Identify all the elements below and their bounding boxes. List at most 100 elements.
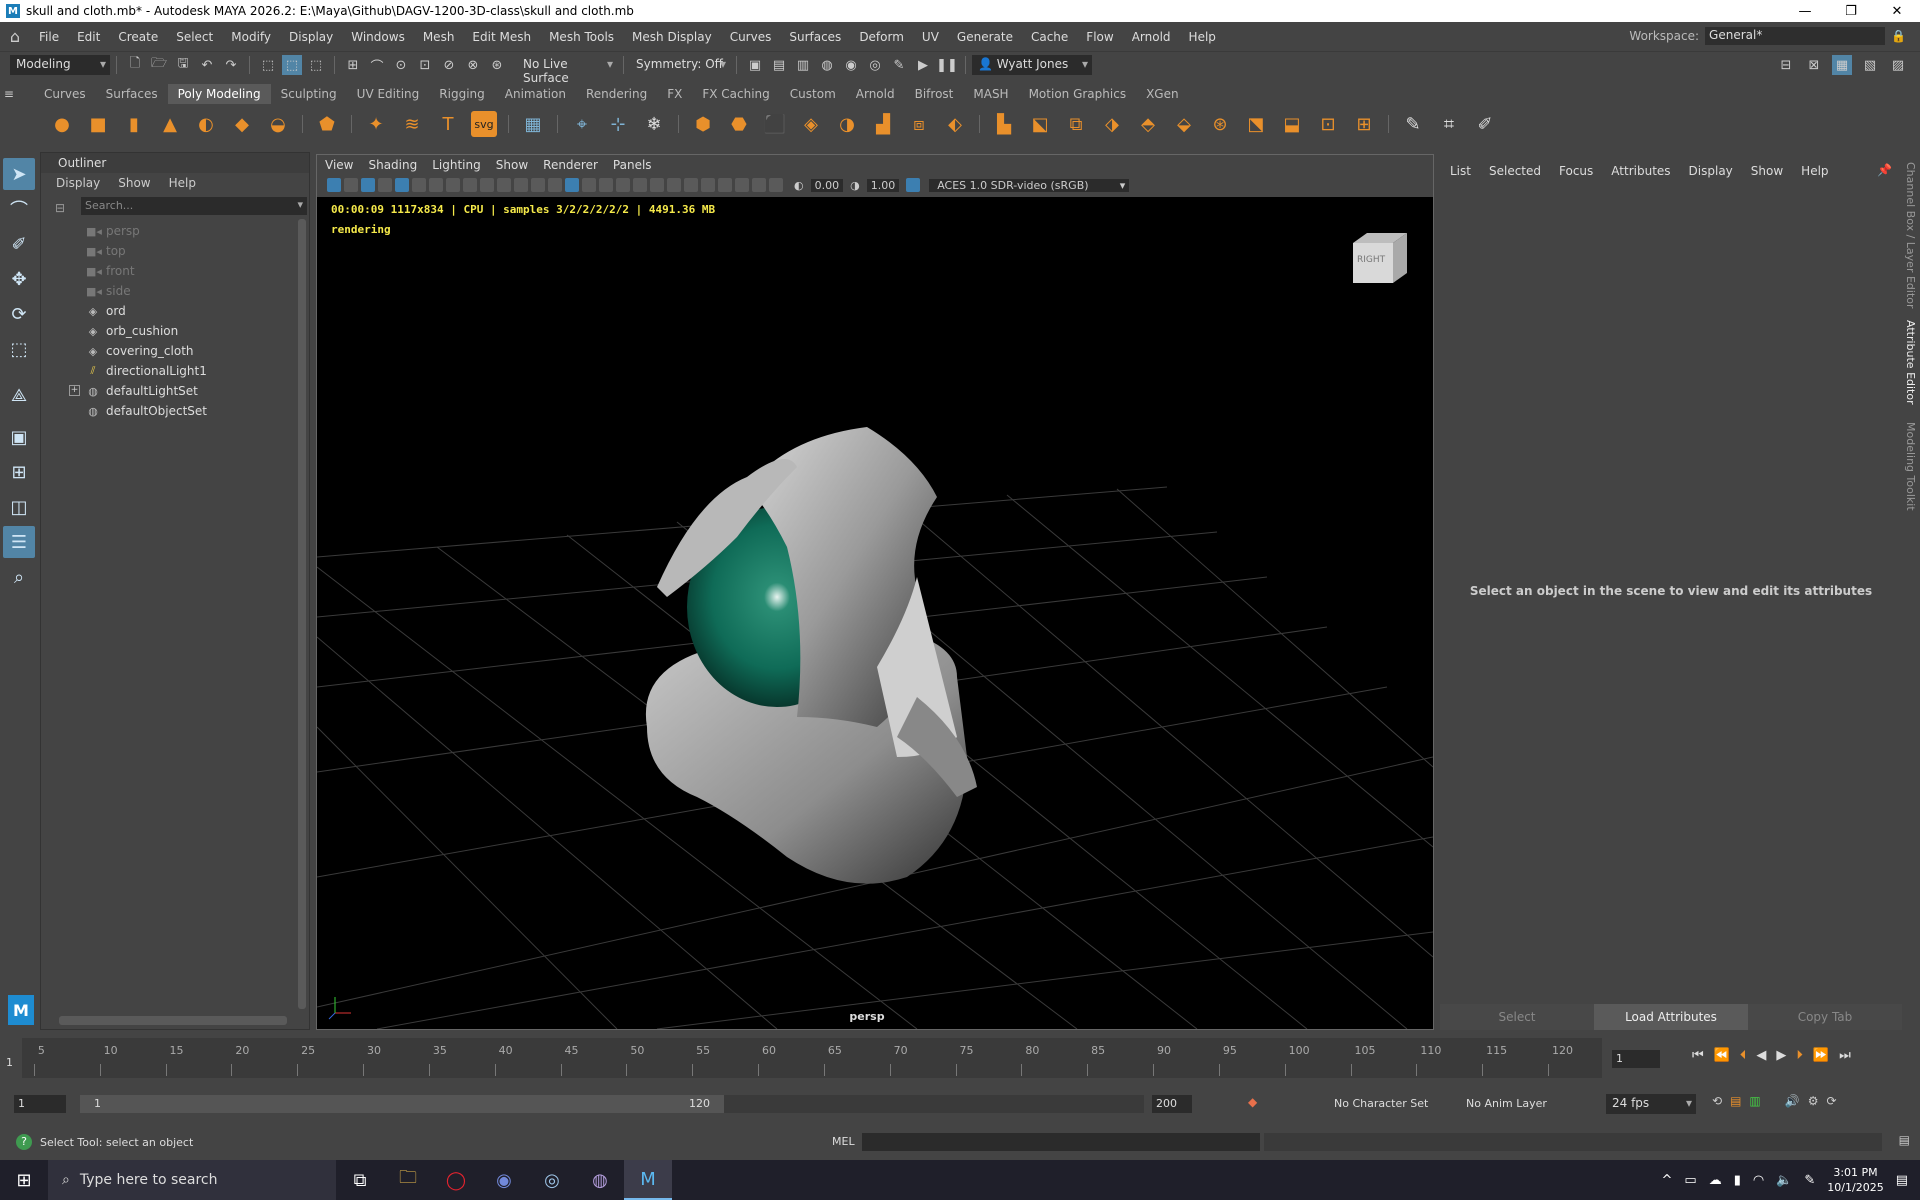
loop-icon[interactable]: ⟲ bbox=[1712, 1094, 1722, 1108]
retopologize-icon[interactable]: ⊡ bbox=[1315, 111, 1341, 137]
color-space-dropdown[interactable]: ACES 1.0 SDR-video (sRGB) bbox=[929, 178, 1130, 192]
play-backwards-icon[interactable]: ◀ bbox=[1756, 1048, 1766, 1063]
steam-icon[interactable]: ◎ bbox=[528, 1160, 576, 1200]
anti-aliasing-icon[interactable] bbox=[684, 178, 698, 192]
channel-box-icon[interactable]: ▨ bbox=[1888, 55, 1908, 75]
github-desktop-icon[interactable]: ◍ bbox=[576, 1160, 624, 1200]
menu-curves[interactable]: Curves bbox=[721, 30, 781, 44]
outliner-item-default-light-set[interactable]: + ◍ defaultLightSet bbox=[41, 381, 309, 401]
shelf-tab-bifrost[interactable]: Bifrost bbox=[905, 84, 964, 104]
animation-prefs-icon[interactable]: ⟳ bbox=[1826, 1094, 1836, 1108]
move-tool-icon[interactable]: ✥ bbox=[3, 263, 35, 295]
two-view-icon[interactable]: ◫ bbox=[3, 491, 35, 523]
copy-tab-button[interactable]: Copy Tab bbox=[1748, 1004, 1902, 1030]
shelf-tab-fx-caching[interactable]: FX Caching bbox=[692, 84, 779, 104]
volume-icon[interactable]: 🔈 bbox=[1776, 1173, 1792, 1188]
current-frame-field[interactable]: 1 bbox=[1612, 1050, 1660, 1068]
extrude-icon[interactable]: ▟ bbox=[870, 111, 896, 137]
menu-display[interactable]: Display bbox=[280, 30, 342, 44]
viewport-menu-show[interactable]: Show bbox=[496, 158, 528, 172]
append-polygon-icon[interactable]: ▙ bbox=[991, 111, 1017, 137]
attr-menu-help[interactable]: Help bbox=[1801, 164, 1828, 178]
menu-cache[interactable]: Cache bbox=[1022, 30, 1077, 44]
side-tab-modeling-toolkit[interactable]: Modeling Toolkit bbox=[1904, 422, 1917, 511]
side-tab-attribute-editor[interactable]: Attribute Editor bbox=[1904, 320, 1917, 405]
shelf-tab-motion-graphics[interactable]: Motion Graphics bbox=[1019, 84, 1137, 104]
grease-pencil-icon[interactable] bbox=[412, 178, 426, 192]
last-tool-icon[interactable]: ⟁ bbox=[3, 379, 35, 411]
film-gate-icon[interactable] bbox=[446, 178, 460, 192]
xray-components-icon[interactable] bbox=[769, 178, 783, 192]
poly-disc-icon[interactable]: ◒ bbox=[265, 111, 291, 137]
go-to-end-icon[interactable]: ⏭ bbox=[1839, 1048, 1851, 1063]
script-editor-icon[interactable]: ▤ bbox=[1899, 1133, 1910, 1147]
target-weld-icon[interactable]: ⬗ bbox=[1099, 111, 1125, 137]
step-back-key-icon[interactable]: ⏪ bbox=[1714, 1048, 1730, 1063]
boolean-icon[interactable]: ◈ bbox=[798, 111, 824, 137]
menu-help[interactable]: Help bbox=[1180, 30, 1225, 44]
mesh-grid-icon[interactable]: ▦ bbox=[520, 111, 546, 137]
menu-deform[interactable]: Deform bbox=[850, 30, 913, 44]
play-forwards-icon[interactable]: ▶ bbox=[1776, 1048, 1786, 1063]
outliner-item-orb-cushion[interactable]: ◈ orb_cushion bbox=[41, 321, 309, 341]
bevel-icon[interactable]: ⬖ bbox=[942, 111, 968, 137]
rotate-tool-icon[interactable]: ⟳ bbox=[3, 298, 35, 330]
shelf-tab-curves[interactable]: Curves bbox=[34, 84, 96, 104]
attr-menu-selected[interactable]: Selected bbox=[1489, 164, 1541, 178]
outliner-item-covering-cloth[interactable]: ◈ covering_cloth bbox=[41, 341, 309, 361]
attr-menu-show[interactable]: Show bbox=[1751, 164, 1783, 178]
lock-icon[interactable]: 🔒 bbox=[1891, 29, 1906, 43]
snap-view-icon[interactable]: ⊡ bbox=[415, 55, 435, 75]
shelf-menu-icon[interactable]: ≡ bbox=[0, 87, 34, 101]
menu-file[interactable]: File bbox=[30, 30, 68, 44]
undo-icon[interactable]: ↶ bbox=[197, 55, 217, 75]
menu-select[interactable]: Select bbox=[167, 30, 222, 44]
attr-menu-focus[interactable]: Focus bbox=[1559, 164, 1593, 178]
step-forward-frame-icon[interactable]: ⏵ bbox=[1796, 1048, 1803, 1063]
multi-cut-icon[interactable]: ⧉ bbox=[1063, 111, 1089, 137]
menuset-dropdown[interactable]: Modeling bbox=[10, 55, 110, 75]
shelf-tab-poly-modeling[interactable]: Poly Modeling bbox=[167, 84, 271, 104]
shelf-tab-sculpting[interactable]: Sculpting bbox=[271, 84, 347, 104]
textured-icon[interactable] bbox=[599, 178, 613, 192]
user-account-dropdown[interactable]: 👤 Wyatt Jones bbox=[972, 55, 1092, 75]
script-language-label[interactable]: MEL bbox=[832, 1135, 855, 1148]
notifications-icon[interactable]: ▤ bbox=[1896, 1173, 1908, 1188]
two-d-pan-icon[interactable] bbox=[395, 178, 409, 192]
outliner-item-top[interactable]: ■◂ top bbox=[41, 241, 309, 261]
viewport-menu-renderer[interactable]: Renderer bbox=[543, 158, 598, 172]
chevron-up-icon[interactable]: ^ bbox=[1662, 1173, 1673, 1188]
separate-icon[interactable]: ⬣ bbox=[726, 111, 752, 137]
safe-title-icon[interactable] bbox=[531, 178, 545, 192]
taskbar-clock[interactable]: 3:01 PM 10/1/2025 bbox=[1827, 1165, 1883, 1195]
fps-dropdown[interactable]: 24 fps bbox=[1606, 1094, 1696, 1114]
maya-taskbar-icon[interactable]: M bbox=[624, 1160, 672, 1200]
menu-edit[interactable]: Edit bbox=[68, 30, 109, 44]
offset-edge-loop-icon[interactable]: ⊛ bbox=[1207, 111, 1233, 137]
menu-surfaces[interactable]: Surfaces bbox=[780, 30, 850, 44]
grid-icon[interactable] bbox=[429, 178, 443, 192]
load-attributes-button[interactable]: Load Attributes bbox=[1594, 1004, 1748, 1030]
search-icon[interactable]: ⌕ bbox=[3, 561, 35, 593]
menu-edit-mesh[interactable]: Edit Mesh bbox=[463, 30, 540, 44]
arnold-render-icon[interactable]: ◎ bbox=[865, 55, 885, 75]
select-camera-icon[interactable] bbox=[327, 178, 341, 192]
outliner-menu-show[interactable]: Show bbox=[118, 176, 150, 190]
attr-menu-display[interactable]: Display bbox=[1689, 164, 1733, 178]
uv-editor-icon[interactable]: ⌗ bbox=[1436, 111, 1462, 137]
attr-menu-list[interactable]: List bbox=[1450, 164, 1471, 178]
preferences-icon[interactable]: ⚙ bbox=[1808, 1094, 1819, 1108]
viewport-menu-view[interactable]: View bbox=[325, 158, 353, 172]
step-forward-key-icon[interactable]: ⏩ bbox=[1813, 1048, 1829, 1063]
quad-draw-icon[interactable]: ⬔ bbox=[1243, 111, 1269, 137]
menu-generate[interactable]: Generate bbox=[948, 30, 1022, 44]
sculpt-icon[interactable]: ✎ bbox=[1400, 111, 1426, 137]
ipr-render-icon[interactable]: ▥ bbox=[793, 55, 813, 75]
field-chart-icon[interactable] bbox=[497, 178, 511, 192]
range-slider-handle[interactable]: 1 120 bbox=[80, 1095, 724, 1113]
xray-icon[interactable] bbox=[735, 178, 749, 192]
outliner-search-input[interactable]: Search... bbox=[81, 197, 307, 215]
play-icon[interactable]: ▶ bbox=[913, 55, 933, 75]
anim-layer-label[interactable]: No Anim Layer bbox=[1466, 1097, 1547, 1110]
attribute-editor-toggle-icon[interactable]: ▦ bbox=[1832, 55, 1852, 75]
